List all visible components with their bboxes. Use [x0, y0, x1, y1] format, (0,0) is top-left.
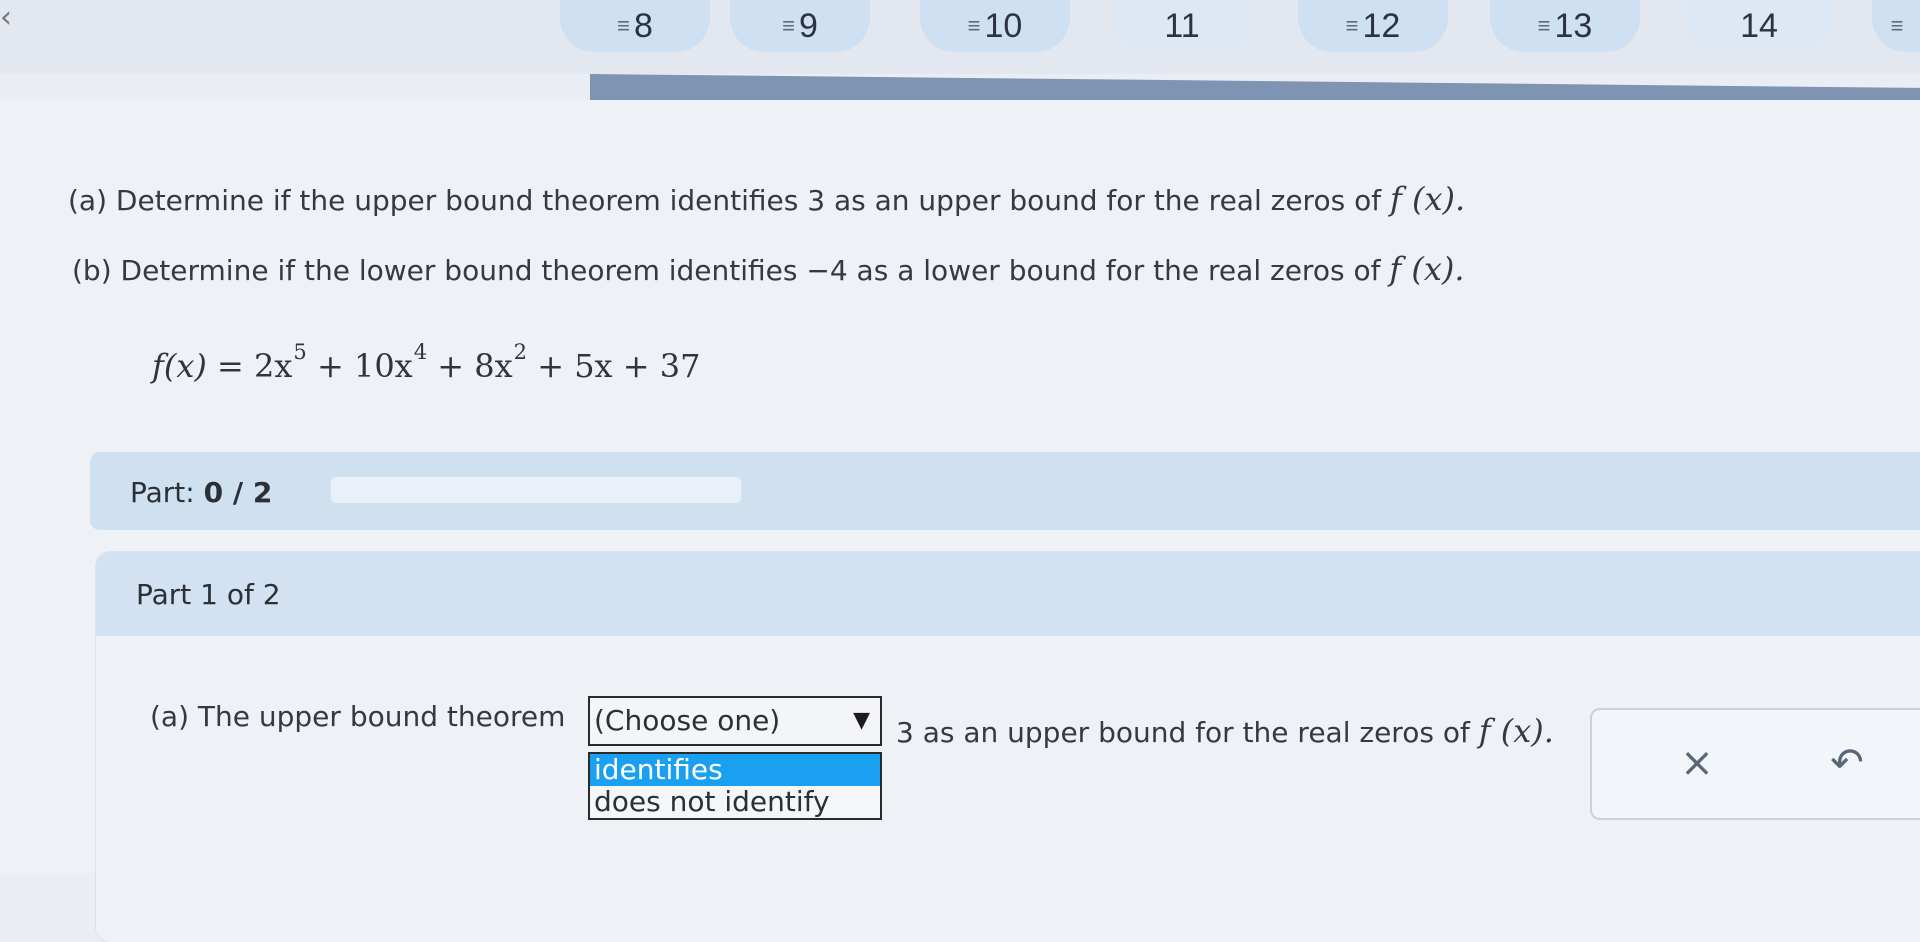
nav-question-number: 14 — [1740, 6, 1778, 45]
nav-question-8[interactable]: ≡ 8 — [560, 0, 710, 52]
nav-question-13[interactable]: ≡ 13 — [1490, 0, 1640, 52]
nav-question-11[interactable]: 11 — [1112, 0, 1252, 52]
function-label: f (x). — [1389, 250, 1465, 288]
part-progress-banner: Part: 0 / 2 — [90, 452, 1920, 530]
nav-question-number: 8 — [633, 6, 653, 45]
nav-question-number: 12 — [1362, 6, 1401, 45]
function-formula: f(x) = 2x5 + 10x4 + 8x2 + 5x + 37 — [152, 340, 700, 385]
question-part-a: (a) Determine if the upper bound theorem… — [68, 180, 1465, 218]
part-progress-label: Part: 0 / 2 — [130, 476, 272, 509]
step-title: Part 1 of 2 — [136, 578, 281, 611]
theorem-select[interactable]: (Choose one) ▼ — [588, 696, 882, 746]
nav-question-next[interactable]: ≡ — [1872, 0, 1920, 52]
part-count: 0 / 2 — [203, 476, 273, 509]
formula-term-2: + 10x — [306, 347, 413, 385]
function-label: f (x). — [1389, 180, 1466, 218]
list-lines-icon: ≡ — [1537, 13, 1551, 38]
answer-prompt-after: 3 as an upper bound for the real zeros o… — [896, 712, 1554, 750]
undo-button[interactable]: ↶ — [1822, 738, 1872, 788]
option-does-not-identify[interactable]: does not identify — [590, 786, 880, 818]
formula-term-1: 2x — [254, 347, 293, 385]
formula-exp-3: 2 — [513, 340, 528, 364]
list-lines-icon: ≡ — [1890, 13, 1904, 38]
answer-prompt: (a) The upper bound theorem — [150, 700, 566, 733]
step-header: Part 1 of 2 — [96, 552, 1920, 636]
nav-question-number: 13 — [1554, 6, 1593, 45]
clear-button[interactable]: × — [1672, 738, 1722, 788]
formula-exp-1: 5 — [293, 340, 307, 364]
select-placeholder: (Choose one) — [594, 704, 781, 737]
nav-question-number: 9 — [798, 6, 818, 45]
list-lines-icon: ≡ — [1345, 13, 1359, 38]
close-icon: × — [1680, 740, 1714, 786]
nav-question-12[interactable]: ≡ 12 — [1298, 0, 1448, 52]
question-part-a-text: (a) Determine if the upper bound theorem… — [68, 184, 1382, 217]
nav-question-number: 11 — [1164, 6, 1200, 45]
undo-icon: ↶ — [1830, 740, 1864, 786]
option-identifies[interactable]: identifies — [590, 754, 880, 786]
nav-question-14[interactable]: 14 — [1684, 0, 1834, 52]
answer-actions: × ↶ — [1590, 708, 1920, 820]
list-lines-icon: ≡ — [617, 13, 630, 38]
question-navigation: ‹ ≡ 8 ≡ 9 ≡ 10 11 ≡ 12 ≡ 13 14 ≡ — [0, 0, 1920, 74]
question-part-b: (b) Determine if the lower bound theorem… — [72, 250, 1465, 288]
nav-question-9[interactable]: ≡ 9 — [730, 0, 870, 52]
list-lines-icon: ≡ — [967, 13, 981, 38]
list-lines-icon: ≡ — [782, 13, 795, 38]
formula-term-3: + 8x — [427, 347, 513, 385]
select-options-list: identifies does not identify — [588, 752, 882, 820]
nav-question-number: 10 — [984, 6, 1023, 45]
part-progress-bar — [330, 476, 742, 504]
formula-rest: + 5x + 37 — [527, 347, 701, 385]
question-part-b-text: (b) Determine if the lower bound theorem… — [72, 254, 1381, 287]
nav-question-10[interactable]: ≡ 10 — [920, 0, 1070, 52]
formula-exp-2: 4 — [413, 340, 428, 364]
chevron-left-icon[interactable]: ‹ — [0, 0, 30, 35]
answer-prompt-after-text: 3 as an upper bound for the real zeros o… — [896, 716, 1470, 749]
formula-lhs: f(x) = — [152, 347, 255, 385]
dropdown-arrow-icon: ▼ — [853, 708, 870, 733]
function-label: f (x). — [1478, 712, 1554, 750]
part-label: Part: — [130, 476, 195, 509]
